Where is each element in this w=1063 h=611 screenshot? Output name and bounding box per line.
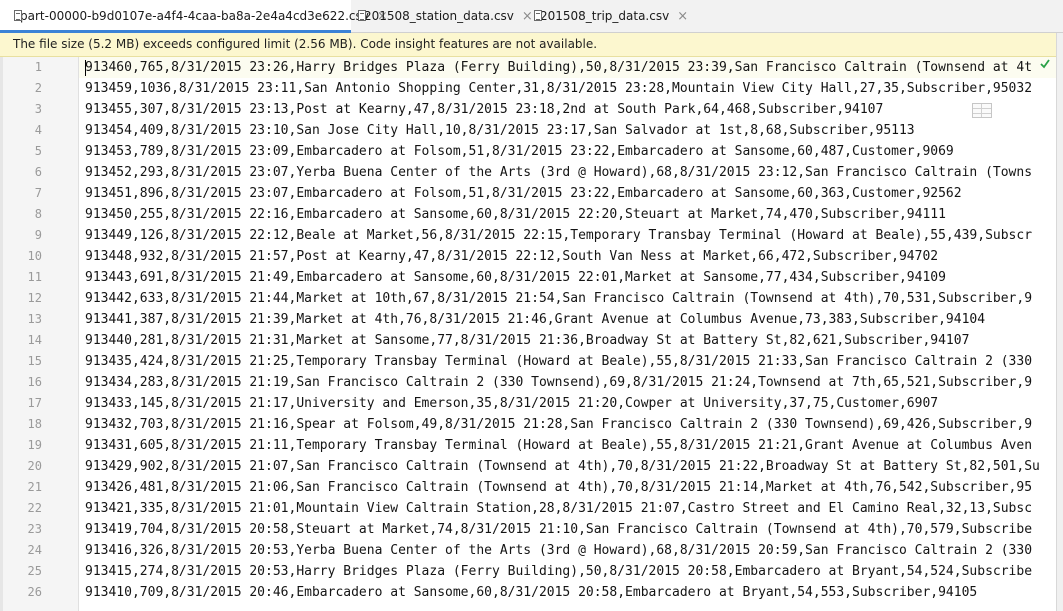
code-line[interactable]: 913451,896,8/31/2015 23:07,Embarcadero a…: [85, 183, 962, 204]
code-line[interactable]: 913416,326,8/31/2015 20:53,Yerba Buena C…: [85, 540, 1032, 561]
line-number: 13: [27, 312, 42, 326]
code-line[interactable]: 913460,765,8/31/2015 23:26,Harry Bridges…: [85, 57, 1032, 78]
code-line[interactable]: 913452,293,8/31/2015 23:07,Yerba Buena C…: [85, 162, 1032, 183]
tab-label: 201508_station_data.csv: [364, 9, 514, 23]
close-icon[interactable]: ×: [522, 9, 533, 24]
line-number: 19: [27, 438, 42, 452]
table-view-icon[interactable]: [972, 103, 992, 118]
line-number: 2: [34, 81, 42, 95]
text-caret: [85, 60, 86, 76]
line-number: 11: [27, 270, 42, 284]
line-number: 23: [27, 522, 42, 536]
code-line[interactable]: 913433,145,8/31/2015 21:17,University an…: [85, 393, 938, 414]
line-number: 1: [34, 60, 42, 74]
line-number: 9: [34, 228, 42, 242]
code-line[interactable]: 913450,255,8/31/2015 22:16,Embarcadero a…: [85, 204, 946, 225]
code-line[interactable]: 913410,709,8/31/2015 20:46,Embarcadero a…: [85, 582, 977, 603]
line-number: 15: [27, 354, 42, 368]
line-number: 12: [27, 291, 42, 305]
code-line[interactable]: 913455,307,8/31/2015 23:13,Post at Kearn…: [85, 99, 883, 120]
line-number: 16: [27, 375, 42, 389]
code-line[interactable]: 913453,789,8/31/2015 23:09,Embarcadero a…: [85, 141, 954, 162]
code-line[interactable]: 913441,387,8/31/2015 21:39,Market at 4th…: [85, 309, 985, 330]
line-number-gutter: 1 2 3 4 5 6 7 8 9 10 11 12 13 14 15 16 1…: [0, 57, 79, 611]
line-number: 17: [27, 396, 42, 410]
line-number: 22: [27, 501, 42, 515]
code-line[interactable]: 913449,126,8/31/2015 22:12,Beale at Mark…: [85, 225, 1032, 246]
line-number: 10: [27, 249, 42, 263]
inspection-ok-icon[interactable]: [1040, 59, 1050, 69]
code-line[interactable]: 913421,335,8/31/2015 21:01,Mountain View…: [85, 498, 1032, 519]
code-line[interactable]: 913435,424,8/31/2015 21:25,Temporary Tra…: [85, 351, 1032, 372]
tab-part-00000-csv[interactable]: part-00000-b9d0107e-a4f4-4caa-ba8a-2e4a4…: [0, 0, 388, 33]
line-number: 20: [27, 459, 42, 473]
code-line[interactable]: 913443,691,8/31/2015 21:49,Embarcadero a…: [85, 267, 946, 288]
editor-text-area[interactable]: 913460,765,8/31/2015 23:26,Harry Bridges…: [85, 57, 1056, 611]
close-icon[interactable]: ×: [677, 9, 688, 24]
line-number: 14: [27, 333, 42, 347]
line-number: 26: [27, 585, 42, 599]
line-number: 21: [27, 480, 42, 494]
code-line[interactable]: 913459,1036,8/31/2015 23:11,San Antonio …: [85, 78, 1032, 99]
file-size-warning-banner: The file size (5.2 MB) exceeds configure…: [0, 33, 1056, 57]
line-number: 3: [34, 102, 42, 116]
code-line[interactable]: 913434,283,8/31/2015 21:19,San Francisco…: [85, 372, 1032, 393]
code-line[interactable]: 913429,902,8/31/2015 21:07,San Francisco…: [85, 456, 1040, 477]
tab-label: part-00000-b9d0107e-a4f4-4caa-ba8a-2e4a4…: [20, 9, 369, 23]
tab-trip-data-csv[interactable]: 201508_trip_data.csv ×: [533, 0, 688, 32]
line-number: 18: [27, 417, 42, 431]
line-number: 6: [34, 165, 42, 179]
line-number: 24: [27, 543, 42, 557]
tab-station-data-csv[interactable]: 201508_station_data.csv ×: [357, 0, 533, 32]
line-number: 7: [34, 186, 42, 200]
line-number: 25: [27, 564, 42, 578]
code-line[interactable]: 913419,704,8/31/2015 20:58,Steuart at Ma…: [85, 519, 1032, 540]
code-line[interactable]: 913442,633,8/31/2015 21:44,Market at 10t…: [85, 288, 1032, 309]
left-edge-strip: [0, 57, 3, 611]
code-line[interactable]: 913440,281,8/31/2015 21:31,Market at San…: [85, 330, 969, 351]
line-number: 4: [34, 123, 42, 137]
code-line[interactable]: 913431,605,8/31/2015 21:11,Temporary Tra…: [85, 435, 1032, 456]
code-line[interactable]: 913432,703,8/31/2015 21:16,Spear at Fols…: [85, 414, 1032, 435]
line-number: 8: [34, 207, 42, 221]
code-line[interactable]: 913448,932,8/31/2015 21:57,Post at Kearn…: [85, 246, 938, 267]
right-tool-strip[interactable]: [1056, 33, 1063, 611]
code-line[interactable]: 913415,274,8/31/2015 20:53,Harry Bridges…: [85, 561, 1032, 582]
code-line[interactable]: 913454,409,8/31/2015 23:10,San Jose City…: [85, 120, 915, 141]
tab-label: 201508_trip_data.csv: [540, 9, 670, 23]
line-number: 5: [34, 144, 42, 158]
code-line[interactable]: 913426,481,8/31/2015 21:06,San Francisco…: [85, 477, 1032, 498]
editor-tab-bar: part-00000-b9d0107e-a4f4-4caa-ba8a-2e4a4…: [0, 0, 1063, 33]
